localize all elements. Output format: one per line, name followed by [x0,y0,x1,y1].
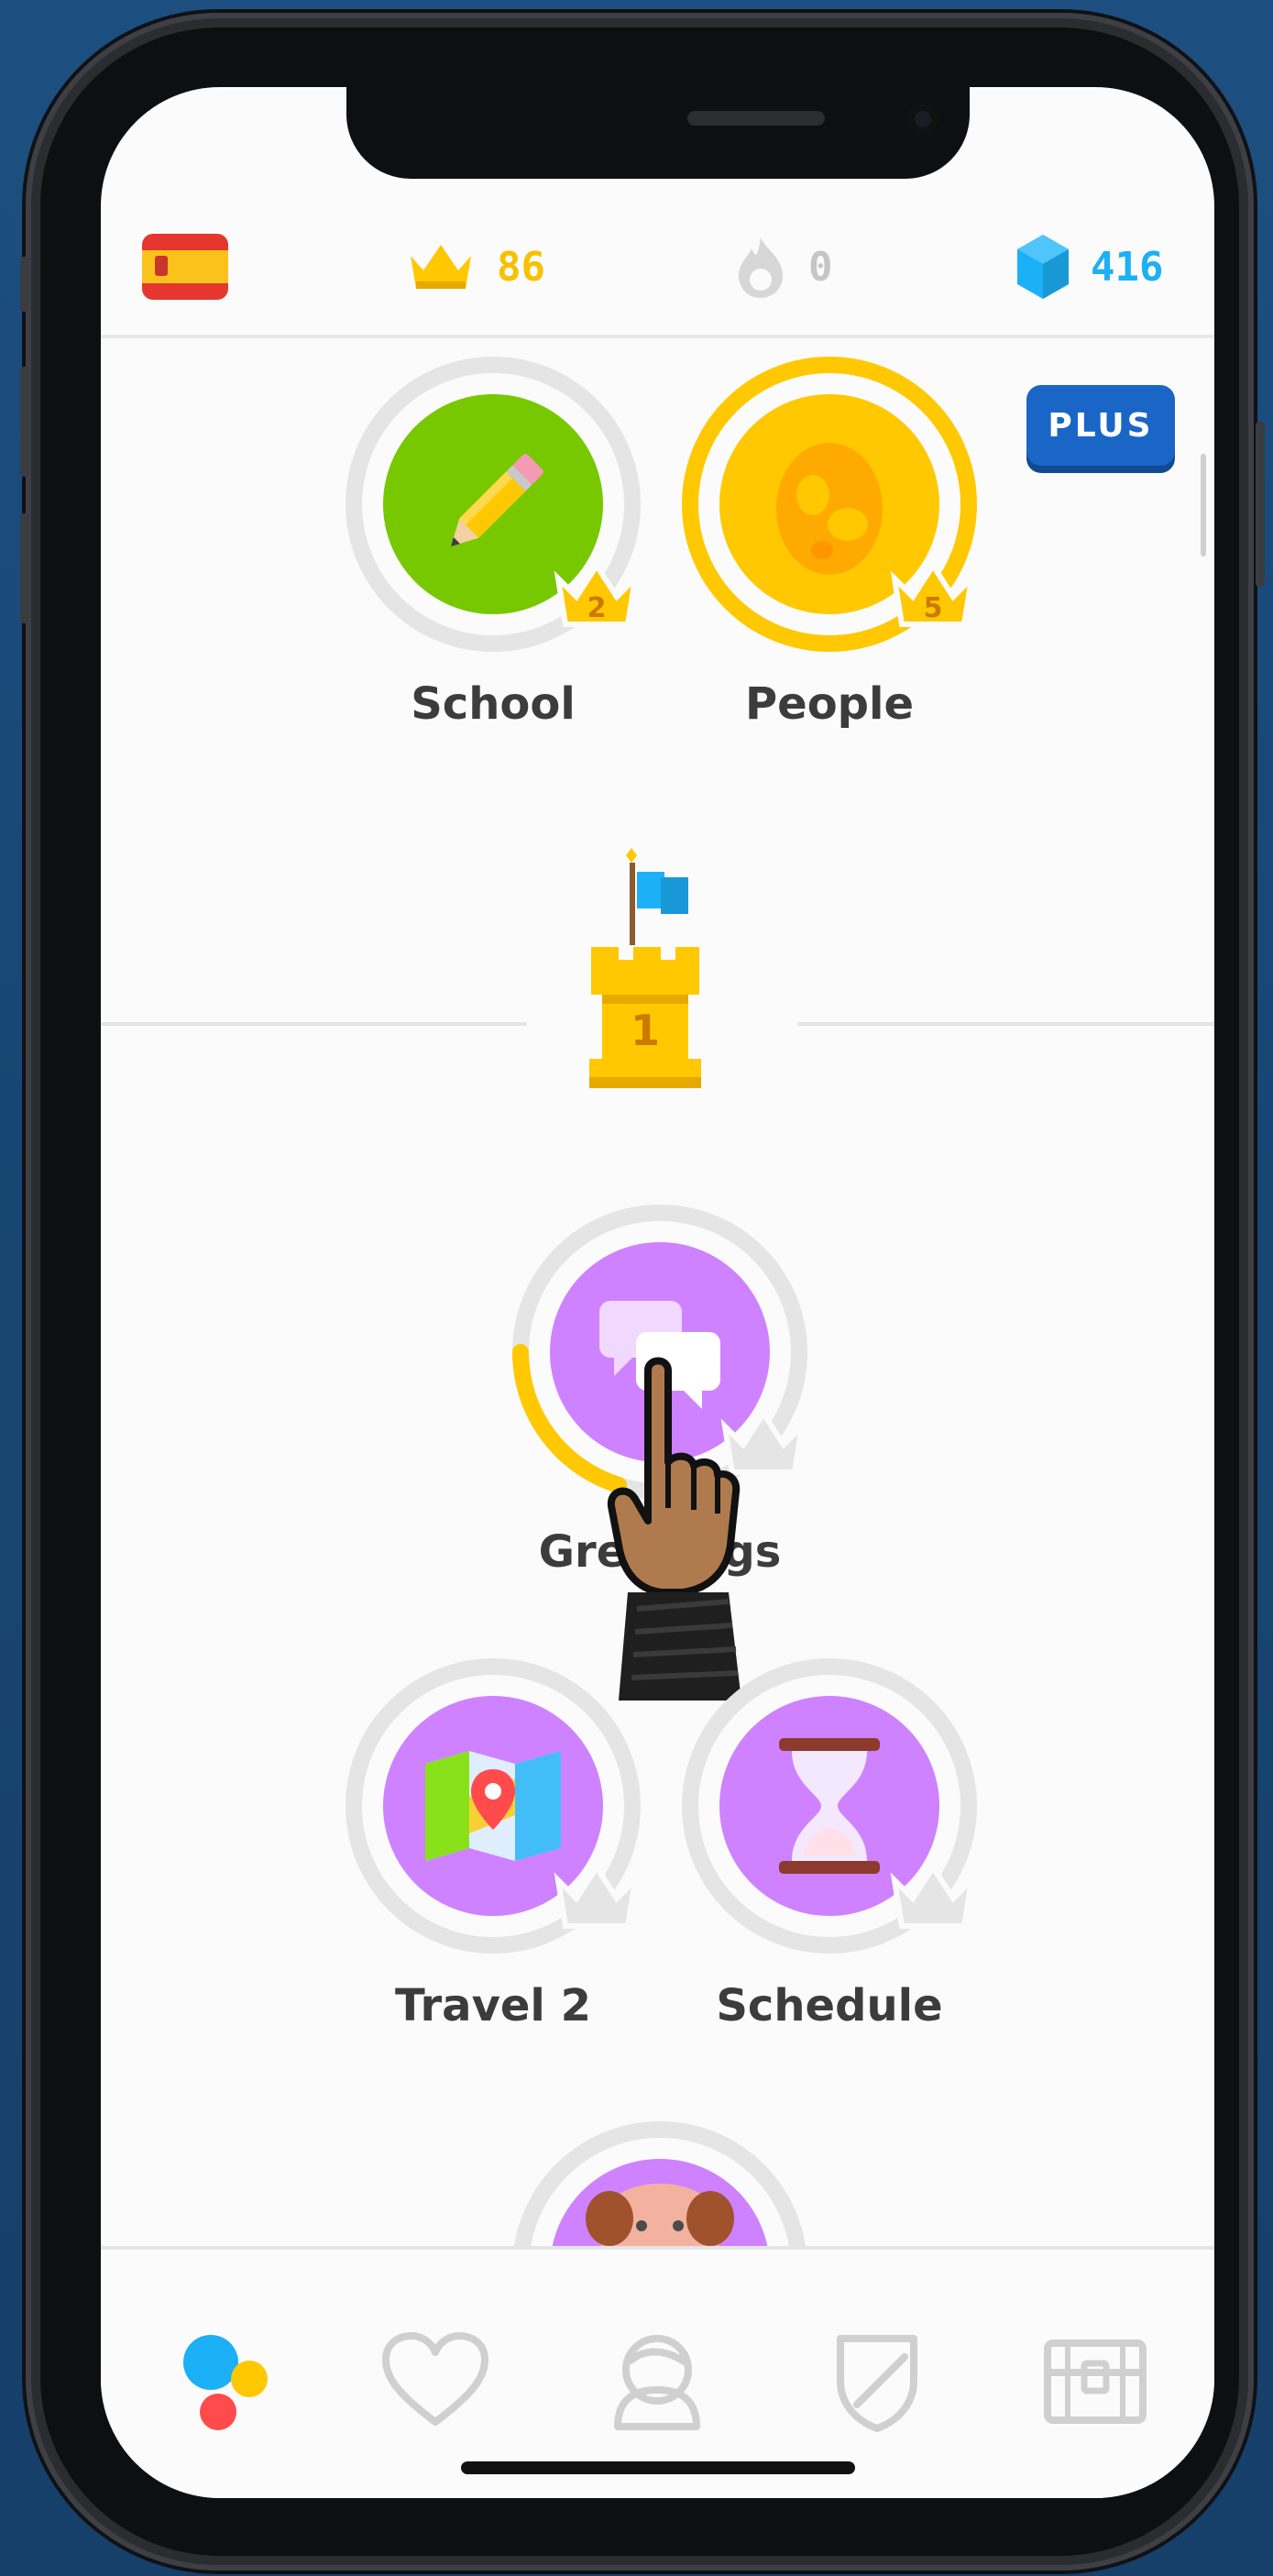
crown-level-badge: 5 [887,558,979,632]
nav-learn[interactable] [165,2321,284,2440]
streak-count[interactable]: 0 [733,234,833,300]
skill-people[interactable]: 5 People [678,353,981,730]
gem-count[interactable]: 416 [1015,234,1163,300]
nav-profile[interactable] [598,2321,717,2440]
spain-flag-icon[interactable] [142,234,228,300]
skill-school[interactable]: 2 School [342,353,644,730]
learn-dots-icon [183,2335,268,2430]
castle-icon: 1 [589,848,701,1088]
header-divider [101,335,1214,338]
crown-level-text: 5 [924,592,943,624]
crown-icon [411,245,471,289]
crown-count-value: 86 [497,243,545,291]
pointing-hand-icon [607,1357,741,1701]
nav-shop[interactable] [1036,2321,1155,2440]
phone-side-button [20,257,29,312]
checkpoint-divider-right [797,1022,1214,1026]
checkpoint-divider-left [101,1022,527,1026]
crown-level-badge [551,1860,642,1933]
profile-icon [614,2335,700,2430]
speaker [687,111,825,126]
map-icon [425,1751,561,1861]
phone-notch [346,87,970,179]
treasure-chest-icon [1044,2339,1147,2424]
skill-schedule[interactable]: Schedule [678,1655,981,2031]
skill-label: People [744,678,915,730]
scrollbar[interactable] [1201,454,1206,556]
phone-side-button [20,367,29,477]
app-screen: 86 0 416 PLUS 2 School 5 People 1 Travel… [101,87,1214,2498]
crown-level-badge: 2 [551,558,642,632]
gem-icon [1017,235,1069,299]
plus-badge[interactable]: PLUS [1026,385,1175,466]
pencil-icon [451,454,543,546]
nav-stories[interactable] [376,2321,495,2440]
skill-travel-2[interactable]: Travel 2 [342,1655,644,2031]
nav-leaderboards[interactable] [818,2321,937,2440]
fire-icon [739,237,783,298]
shield-icon [837,2335,917,2432]
front-camera [907,104,938,135]
home-indicator[interactable] [461,2461,855,2474]
hourglass-icon [779,1738,880,1874]
skill-label: Schedule [716,1980,943,2031]
heart-icon [382,2332,488,2426]
crown-level-text: 2 [587,592,607,624]
checkpoint-castle[interactable]: 1 [582,848,738,1105]
checkpoint-number: 1 [631,1006,660,1055]
streak-count-value: 0 [808,243,833,291]
phone-side-button [20,513,29,623]
phone-side-button [1256,422,1265,587]
crown-count[interactable]: 86 [405,234,545,300]
crown-level-badge [887,1860,979,1933]
egg-icon [776,443,883,575]
gem-count-value: 416 [1091,243,1164,291]
